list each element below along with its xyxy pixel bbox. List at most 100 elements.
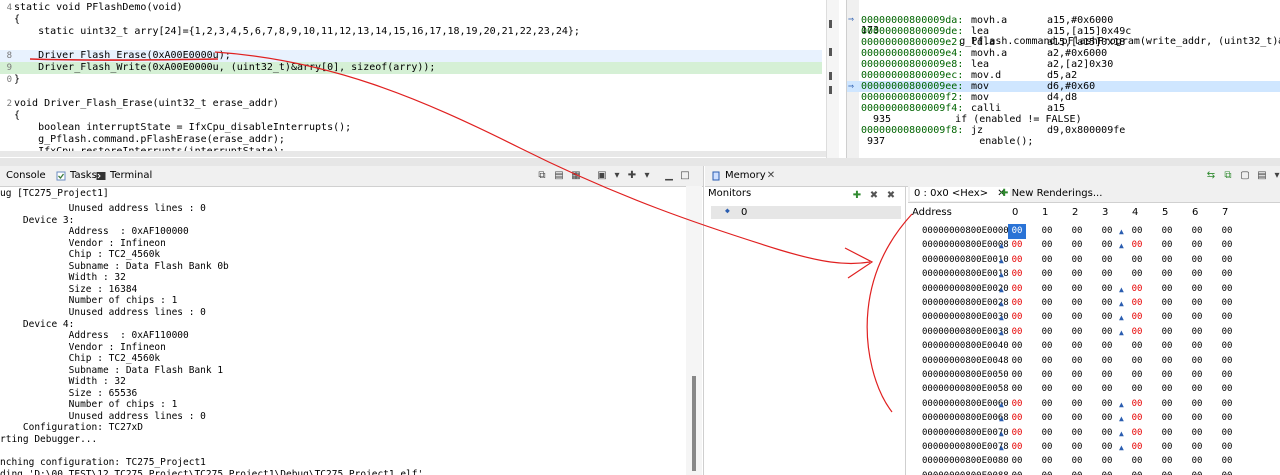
memory-byte-cell[interactable]: 00 <box>1038 469 1056 475</box>
memory-byte-cell[interactable]: 00 <box>1098 310 1116 325</box>
disassembly-row[interactable]: 00000000800009e4: movh.a a2,#0x6000 <box>847 48 1280 59</box>
memory-byte-cell[interactable]: 00 <box>1158 440 1176 455</box>
memory-byte-cell[interactable]: 00 <box>1158 469 1176 475</box>
disassembly-row[interactable]: 00000000800009e8: lea a2,[a2]0x30 <box>847 59 1280 70</box>
memory-byte-cell[interactable]: 00 <box>1098 354 1116 369</box>
disassembly-row[interactable]: 00000000800009f8: jz d9,0x800009fe <box>847 125 1280 136</box>
memory-byte-cell[interactable]: 00 <box>1128 238 1146 253</box>
code-line[interactable]: { <box>0 14 822 26</box>
open-console-icon[interactable]: ✚ <box>626 170 638 182</box>
memory-row[interactable]: 00000000800E0078 00 ▲ 00 00 00 00 ▲ 00 00 00 <box>908 440 1280 455</box>
memory-row[interactable]: 00000000800E0060 00 ▲ 00 00 00 00 ▲ 00 00 00 <box>908 397 1280 412</box>
memory-byte-cell[interactable]: 00 <box>1098 368 1116 383</box>
memory-byte-cell[interactable]: 00 <box>1218 411 1236 426</box>
memory-byte-cell[interactable]: 00 <box>1068 411 1086 426</box>
memory-byte-cell[interactable]: 00 <box>1068 238 1086 253</box>
memory-byte-cell[interactable]: 00 <box>1158 238 1176 253</box>
memory-byte-cell[interactable]: 00 <box>1158 426 1176 441</box>
memory-row[interactable]: 00000000800E0048 00 00 00 00 00 00 00 00 <box>908 354 1280 369</box>
code-line[interactable]: static uint32_t arry[24]={1,2,3,4,5,6,7,… <box>0 26 822 38</box>
memory-byte-cell[interactable]: 00 <box>1008 368 1026 383</box>
memory-byte-cell[interactable]: 00 <box>1038 354 1056 369</box>
disassembly-view[interactable]: ⇒ 173 g_Pflash.command.pFlashProgram(wri… <box>846 0 1280 158</box>
memory-byte-cell[interactable]: 00 <box>1038 238 1056 253</box>
add-monitor-icon[interactable]: ✚ <box>851 190 863 202</box>
memory-row[interactable]: 00000000800E0058 00 00 00 00 00 00 00 00 <box>908 382 1280 397</box>
memory-byte-cell[interactable]: 00 <box>1128 382 1146 397</box>
rendering-tab[interactable]: 0 : 0x0 <Hex> ✕ <box>910 187 1010 201</box>
memory-byte-cell[interactable]: 00 <box>1008 411 1026 426</box>
memory-byte-cell[interactable]: 00 <box>1098 411 1116 426</box>
disassembly-row[interactable]: 00000000800009ec: mov.d d5,a2 <box>847 70 1280 81</box>
memory-row[interactable]: 00000000800E0028 00 ▲ 00 00 00 00 ▲ 00 00 00 <box>908 296 1280 311</box>
disassembly-row[interactable]: 00000000800009f2: mov d4,d8 <box>847 92 1280 103</box>
memory-byte-cell[interactable]: 00 <box>1038 440 1056 455</box>
memory-byte-cell[interactable]: 00 <box>1008 426 1026 441</box>
export-icon[interactable]: ▤ <box>1256 170 1268 182</box>
memory-byte-cell[interactable]: 00 <box>1188 224 1206 239</box>
memory-byte-cell[interactable]: 00 <box>1038 382 1056 397</box>
disassembly-row[interactable]: 00000000800009f4: calli a15 <box>847 103 1280 114</box>
memory-byte-cell[interactable]: 00 <box>1218 454 1236 469</box>
memory-byte-cell[interactable]: 00 <box>1218 440 1236 455</box>
code-editor[interactable]: 4 static void PFlashDemo(void){ static ui… <box>0 0 840 158</box>
code-line[interactable] <box>0 38 822 50</box>
clear-console-icon[interactable]: ▤ <box>553 170 565 182</box>
minimize-icon[interactable]: ▁ <box>663 170 675 182</box>
memory-byte-cell[interactable]: 00 <box>1188 397 1206 412</box>
memory-byte-cell[interactable]: 00 <box>1098 282 1116 297</box>
memory-byte-cell[interactable]: 00 <box>1098 253 1116 268</box>
memory-byte-cell[interactable]: 00 <box>1128 325 1146 340</box>
editor-horizontal-scrollbar[interactable] <box>0 151 826 157</box>
memory-byte-cell[interactable]: 00 <box>1038 454 1056 469</box>
memory-byte-cell[interactable]: 00 <box>1008 253 1026 268</box>
memory-byte-cell[interactable]: 00 <box>1038 397 1056 412</box>
memory-byte-cell[interactable]: 00 <box>1188 440 1206 455</box>
memory-byte-cell[interactable]: 00 <box>1008 382 1026 397</box>
memory-byte-cell[interactable]: 00 <box>1098 382 1116 397</box>
code-line[interactable]: boolean interruptState = IfxCpu_disableI… <box>0 122 822 134</box>
memory-byte-cell[interactable]: 00 <box>1158 411 1176 426</box>
memory-byte-cell[interactable]: 00 <box>1038 426 1056 441</box>
pane-separator[interactable] <box>0 158 1280 166</box>
disassembly-row[interactable]: 00000000800009de: lea a15,[a15]0x49c <box>847 26 1280 37</box>
memory-byte-cell[interactable]: 00 <box>1128 339 1146 354</box>
memory-byte-cell[interactable]: 00 <box>1218 325 1236 340</box>
memory-byte-cell[interactable]: 00 <box>1038 411 1056 426</box>
memory-byte-cell[interactable]: 00 <box>1008 296 1026 311</box>
memory-byte-cell[interactable]: 00 <box>1098 454 1116 469</box>
memory-byte-cell[interactable]: 00 <box>1008 339 1026 354</box>
memory-byte-cell[interactable]: 00 <box>1098 397 1116 412</box>
memory-byte-cell[interactable]: 00 <box>1068 397 1086 412</box>
maximize-icon[interactable]: □ <box>679 170 691 182</box>
memory-row[interactable]: 00000000800E0070 00 ▲ 00 00 00 00 ▲ 00 00 00 <box>908 426 1280 441</box>
memory-byte-cell[interactable]: 00 <box>1158 354 1176 369</box>
memory-byte-cell[interactable]: 00 <box>1158 224 1176 239</box>
memory-view[interactable]: Memory ✕ ⇆ ⧉ ▢ ▤ ▾ Monitors ✚ ✖ ✖ ◆ 0 0 … <box>705 166 1280 475</box>
memory-row[interactable]: 00000000800E0020 00 ▲ 00 00 00 00 ▲ 00 00 00 <box>908 282 1280 297</box>
memory-byte-cell[interactable]: 00 <box>1128 397 1146 412</box>
disassembly-row[interactable]: 00000000800009ee: mov d6,#0x60 ⇒ <box>847 81 1280 92</box>
memory-byte-cell[interactable]: 00 <box>1038 339 1056 354</box>
memory-row[interactable]: 00000000800E0040 00 00 00 00 00 00 00 00 <box>908 339 1280 354</box>
memory-byte-cell[interactable]: 00 <box>1218 354 1236 369</box>
memory-byte-cell[interactable]: 00 <box>1038 253 1056 268</box>
memory-byte-cell[interactable]: 00 <box>1068 325 1086 340</box>
monitor-item[interactable]: ◆ 0 <box>711 206 901 219</box>
console-scroll-thumb[interactable] <box>692 376 696 471</box>
memory-byte-cell[interactable]: 00 <box>1068 426 1086 441</box>
remove-all-monitors-icon[interactable]: ✖ <box>885 190 897 202</box>
memory-byte-cell[interactable]: 00 <box>1038 296 1056 311</box>
memory-byte-cell[interactable]: 00 <box>1068 440 1086 455</box>
memory-byte-cell[interactable]: 00 <box>1128 469 1146 475</box>
memory-byte-cell[interactable]: 00 <box>1008 238 1026 253</box>
memory-byte-cell[interactable]: 00 <box>1188 454 1206 469</box>
memory-byte-cell[interactable]: 00 <box>1068 469 1086 475</box>
memory-row[interactable]: 00000000800E0080 00 00 00 00 00 00 00 00 <box>908 454 1280 469</box>
memory-byte-cell[interactable]: 00 <box>1188 411 1206 426</box>
memory-byte-cell[interactable]: 00 <box>1218 267 1236 282</box>
memory-byte-cell[interactable]: 00 <box>1068 296 1086 311</box>
disassembly-row[interactable]: 00000000800009da: movh.a a15,#0x6000 <box>847 15 1280 26</box>
memory-byte-cell[interactable]: 00 <box>1188 325 1206 340</box>
memory-byte-cell[interactable]: 00 <box>1188 267 1206 282</box>
